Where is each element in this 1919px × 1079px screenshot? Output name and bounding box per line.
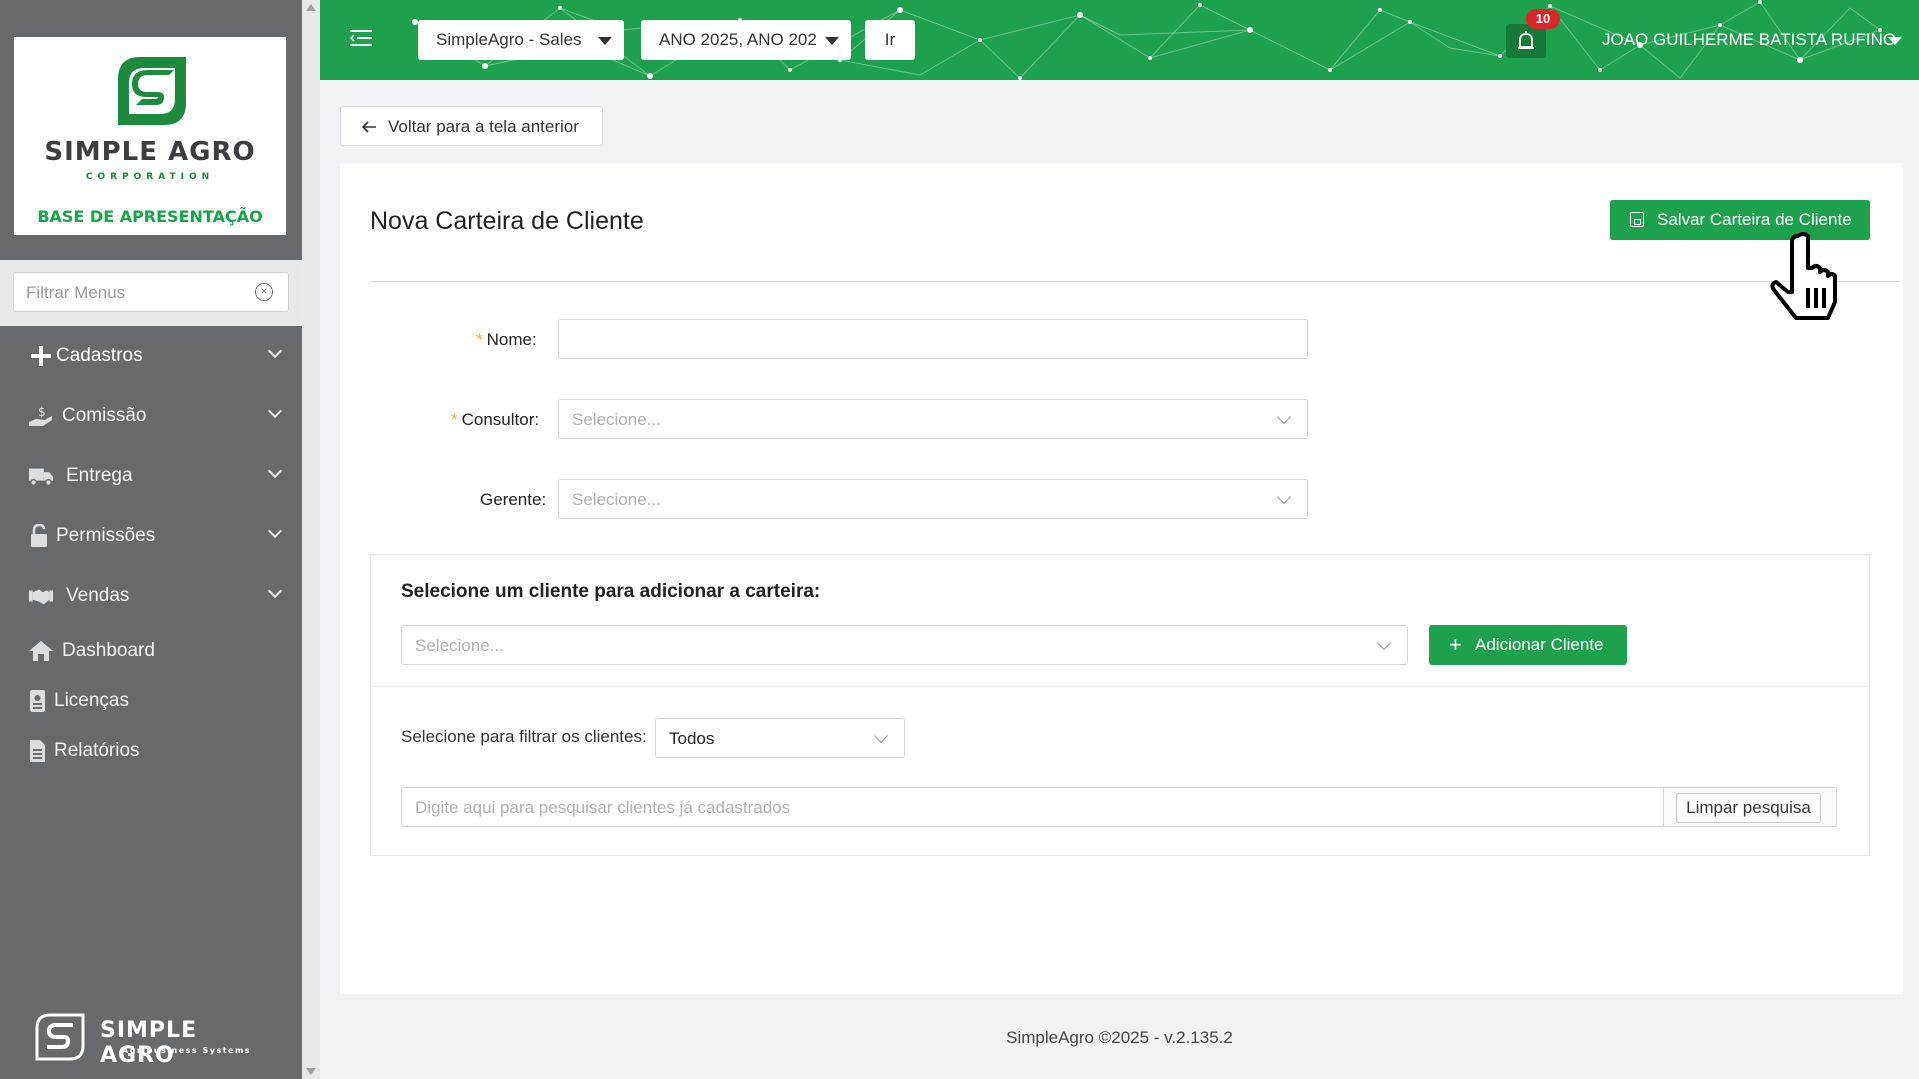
clients-section: Selecione um cliente para adicionar a ca… <box>370 554 1870 856</box>
company-select[interactable]: SimpleAgro - Sales <box>418 20 624 60</box>
badge-icon <box>30 690 45 712</box>
logo-base-label: BASE DE APRESENTAÇÃO <box>37 207 263 226</box>
sidebar-footer-title: SIMPLE AGRO <box>100 1018 198 1068</box>
client-filter-select[interactable]: Todos <box>655 718 905 758</box>
logo-subtitle: CORPORATION <box>85 172 215 182</box>
main-card: Nova Carteira de Cliente Salvar Carteira… <box>340 163 1903 994</box>
caret-down-icon <box>598 37 612 45</box>
clients-section-title: Selecione um cliente para adicionar a ca… <box>401 581 821 602</box>
notifications-button[interactable] <box>1506 24 1546 58</box>
save-icon <box>1630 212 1644 227</box>
gerente-select[interactable]: Selecione... <box>558 479 1308 519</box>
chevron-down-icon <box>1276 489 1292 505</box>
caret-down-icon <box>825 37 839 45</box>
chevron-down-icon <box>873 728 889 744</box>
report-icon <box>30 740 45 762</box>
truck-icon <box>28 468 54 486</box>
sidebar-item-vendas[interactable]: Vendas <box>0 572 302 620</box>
nome-label: * Nome: <box>476 330 537 349</box>
menu-filter-wrap: Filtrar Menus × <box>0 260 302 326</box>
chevron-down-icon <box>267 583 283 599</box>
hand-pointer-cursor-icon <box>1770 232 1837 320</box>
unlock-icon <box>31 524 47 547</box>
logo-title: SIMPLE AGRO <box>44 137 256 167</box>
add-client-button-label: Adicionar Cliente <box>1475 635 1604 654</box>
top-header: SimpleAgro - Sales ANO 2025, ANO 202 Ir … <box>320 0 1919 80</box>
chevron-down-icon <box>1276 409 1292 425</box>
hand-money-icon: $ <box>29 405 52 426</box>
consultor-label: * Consultor: <box>451 410 540 429</box>
client-filter-label: Selecione para filtrar os clientes: <box>401 727 647 746</box>
search-addon: Limpar pesquisa <box>1663 787 1837 827</box>
menu-toggle-icon[interactable] <box>350 28 372 48</box>
sidebar-item-label: Cadastros <box>56 345 143 366</box>
year-select[interactable]: ANO 2025, ANO 202 <box>641 20 851 60</box>
handshake-icon <box>28 589 54 605</box>
year-select-value: ANO 2025, ANO 202 <box>659 30 817 49</box>
sidebar-item-permissoes[interactable]: Permissões <box>0 512 302 560</box>
alarm-bell-icon <box>1518 31 1534 49</box>
chevron-down-icon <box>267 523 283 539</box>
page-title: Nova Carteira de Cliente <box>370 207 644 235</box>
consultor-select[interactable]: Selecione... <box>558 399 1308 439</box>
sidebar-item-entrega[interactable]: Entrega <box>0 452 302 500</box>
go-button[interactable]: Ir <box>865 20 915 60</box>
client-select-placeholder: Selecione... <box>415 636 504 655</box>
sidebar-item-label: Entrega <box>66 465 133 486</box>
clear-search-button[interactable]: Limpar pesquisa <box>1676 793 1821 823</box>
clear-filter-icon[interactable]: × <box>255 283 273 301</box>
simple-agro-logo-icon <box>118 57 186 125</box>
client-filter-value: Todos <box>669 729 715 748</box>
scroll-up-icon[interactable] <box>306 4 316 11</box>
sidebar-item-dashboard[interactable]: Dashboard <box>0 627 302 675</box>
sidebar-footer-logo: SIMPLE AGRO Agribusiness Systems <box>34 1012 274 1068</box>
caret-down-icon[interactable] <box>1888 37 1902 45</box>
user-menu[interactable]: JOAO GUILHERME BATISTA RUFINO <box>1602 30 1896 50</box>
sidebar-scrollbar[interactable] <box>302 0 320 1079</box>
client-search-input[interactable]: Digite aqui para pesquisar clientes já c… <box>401 787 1663 827</box>
title-divider <box>370 281 1900 282</box>
sidebar-item-label: Vendas <box>66 585 130 606</box>
client-select[interactable]: Selecione... <box>401 625 1408 665</box>
sidebar-item-label: Relatórios <box>54 740 140 761</box>
menu-filter-input[interactable]: Filtrar Menus <box>13 272 289 312</box>
simple-agro-footer-icon <box>35 1013 85 1061</box>
company-select-value: SimpleAgro - Sales <box>436 30 582 49</box>
sidebar-item-label: Permissões <box>56 525 156 546</box>
back-button-label: Voltar para a tela anterior <box>388 117 579 136</box>
required-mark: * <box>451 410 458 429</box>
plus-icon <box>31 346 51 366</box>
app-footer: SimpleAgro ©2025 - v.2.135.2 <box>1006 1028 1233 1047</box>
back-button[interactable]: Voltar para a tela anterior <box>340 106 603 146</box>
chevron-down-icon <box>267 463 283 479</box>
home-icon <box>29 641 53 661</box>
sidebar-item-cadastros[interactable]: Cadastros <box>0 332 302 380</box>
sidebar-item-comissao[interactable]: $ Comissão <box>0 392 302 440</box>
clients-divider <box>371 686 1869 687</box>
sidebar-item-relatorios[interactable]: Relatórios <box>0 727 302 775</box>
sidebar: SIMPLE AGRO CORPORATION BASE DE APRESENT… <box>0 0 302 1079</box>
arrow-left-icon <box>361 121 376 133</box>
chevron-down-icon <box>1376 635 1392 651</box>
sidebar-item-licencas[interactable]: Licenças <box>0 677 302 725</box>
gerente-select-placeholder: Selecione... <box>572 490 661 509</box>
nome-input[interactable] <box>558 319 1308 359</box>
notification-count-badge: 10 <box>1526 9 1560 29</box>
chevron-down-icon <box>267 343 283 359</box>
sidebar-item-label: Licenças <box>54 690 129 711</box>
save-button-label: Salvar Carteira de Cliente <box>1657 210 1852 229</box>
sidebar-item-label: Comissão <box>62 405 147 426</box>
add-client-button[interactable]: + Adicionar Cliente <box>1429 625 1627 665</box>
sidebar-footer-subtitle: Agribusiness Systems <box>122 1046 252 1055</box>
company-logo: SIMPLE AGRO CORPORATION BASE DE APRESENT… <box>14 37 286 235</box>
consultor-select-placeholder: Selecione... <box>572 410 661 429</box>
plus-icon: + <box>1449 632 1462 657</box>
chevron-down-icon <box>267 403 283 419</box>
svg-text:$: $ <box>38 405 46 419</box>
required-mark: * <box>476 330 483 349</box>
scroll-down-icon[interactable] <box>306 1068 316 1075</box>
gerente-label: Gerente: <box>480 490 547 509</box>
sidebar-item-label: Dashboard <box>62 640 155 661</box>
